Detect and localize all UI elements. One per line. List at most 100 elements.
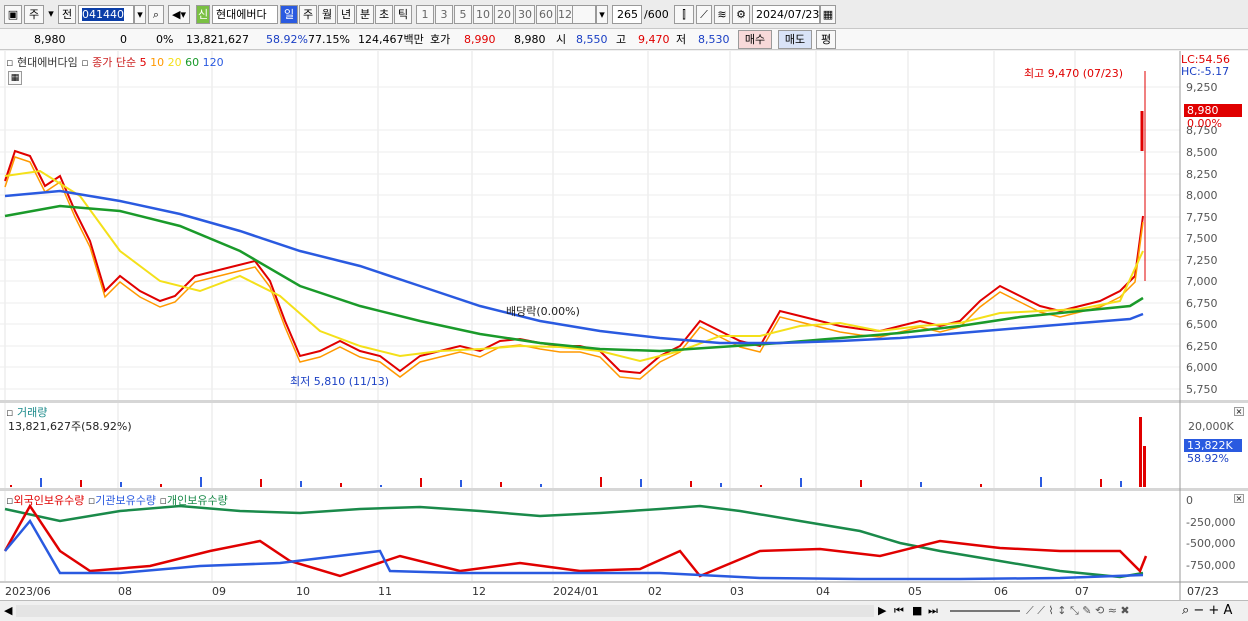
scroll-track[interactable]	[16, 605, 874, 617]
horizontal-scrollbar[interactable]: ◀ ▶ ⏮ ■ ⏭ ⟋ ⟋ ⌇ ↕ ⤡ ✎ ⟲ ≈ ✖ ⌕ − + A	[0, 600, 1248, 621]
date-input[interactable]: 2024/07/23	[752, 5, 820, 24]
chart-canvas[interactable]	[0, 51, 1248, 621]
ask-label: 호가	[430, 33, 451, 46]
ma60-line	[4, 204, 1144, 353]
holding-y-tick: -500,000	[1186, 537, 1236, 550]
volume-bar	[720, 483, 722, 487]
search-icon[interactable]: ⌕	[148, 5, 164, 24]
volume-bar	[1120, 481, 1122, 487]
interval-button[interactable]: 20	[494, 5, 514, 24]
scroll-left-icon[interactable]: ◀	[4, 604, 12, 617]
x-axis-label: 04	[816, 585, 830, 598]
volume-bar	[300, 481, 302, 487]
trend-icon[interactable]: ≋	[714, 5, 730, 24]
volume-y-tick: 20,000K	[1188, 420, 1234, 433]
volume-bar	[40, 478, 42, 487]
x-axis-label: 08	[118, 585, 132, 598]
extra-button[interactable]: 평	[816, 30, 836, 49]
stock-name-label: 현대에버다임	[16, 56, 78, 69]
holding-panel-close-icon[interactable]: ×	[1234, 494, 1244, 503]
stock-code-input[interactable]: 041440	[78, 5, 134, 24]
layout-icon[interactable]: ▣	[4, 5, 22, 24]
interval-button[interactable]: 60	[536, 5, 556, 24]
period-button[interactable]: 일	[280, 5, 298, 24]
forward-icon[interactable]: ⏭	[928, 604, 938, 618]
interval-button[interactable]: 30	[515, 5, 535, 24]
institution-line	[4, 504, 1144, 579]
x-axis-label: 06	[994, 585, 1008, 598]
series-label: 종가 단순	[92, 56, 137, 69]
volume-bar	[120, 482, 122, 487]
grid-toggle-icon[interactable]: ▦	[8, 71, 22, 85]
chart-area[interactable]: ▫ 현대에버다임 ▫ 종가 단순 5 10 20 60 120 ▦ LC:54.…	[0, 51, 1248, 621]
blank-select[interactable]	[572, 5, 596, 24]
volume-bar	[200, 477, 202, 487]
rewind-icon[interactable]: ⏮	[894, 604, 904, 618]
tool-icons[interactable]: ⟋ ⟋ ⌇ ↕ ⤡ ✎ ⟲ ≈ ✖	[1026, 604, 1130, 618]
gear-icon[interactable]: ⚙	[732, 5, 750, 24]
stop-icon[interactable]: ■	[912, 604, 922, 617]
volume-bar	[10, 485, 12, 487]
period-button[interactable]: 틱	[394, 5, 412, 24]
volume-bar	[920, 482, 922, 487]
price-y-tick: 8,500	[1186, 146, 1218, 159]
dropdown-icon[interactable]: ▾	[46, 5, 56, 24]
price-y-tick: 7,000	[1186, 275, 1218, 288]
volume-bar	[420, 478, 422, 487]
price-y-tick: 8,250	[1186, 168, 1218, 181]
interval-button[interactable]: 5	[454, 5, 472, 24]
panel-divider	[0, 400, 1248, 403]
x-axis-label: 05	[908, 585, 922, 598]
credit-badge: 신	[196, 5, 210, 24]
foreign-line	[3, 503, 1148, 578]
x-axis-label: 2024/01	[553, 585, 599, 598]
period-button[interactable]: 년	[337, 5, 355, 24]
sound-icon[interactable]: ◀▾	[168, 5, 190, 24]
interval-button[interactable]: 3	[435, 5, 453, 24]
volume-bar	[380, 485, 382, 487]
prev-button[interactable]: 전	[58, 5, 76, 24]
interval-button[interactable]: 10	[473, 5, 493, 24]
volume-panel-close-icon[interactable]: ×	[1234, 407, 1244, 416]
count-input[interactable]: 265	[612, 5, 642, 24]
period-button[interactable]: 분	[356, 5, 374, 24]
low-label: 저	[676, 33, 687, 46]
turnover-rate: 77.15%	[308, 33, 350, 46]
stock-name-field[interactable]: 현대에버다	[212, 5, 278, 24]
volume-bar	[160, 484, 162, 487]
holding-legend-item: 기관보유수량	[95, 494, 160, 507]
calendar-icon[interactable]: ▦	[820, 5, 836, 24]
volume-ratio: 58.92%	[266, 33, 308, 46]
interval-button[interactable]: 1	[416, 5, 434, 24]
period-button[interactable]: 주	[299, 5, 317, 24]
volume-bar	[690, 481, 692, 487]
holding-y-tick: -250,000	[1186, 516, 1236, 529]
price-y-tick: 7,500	[1186, 232, 1218, 245]
select-dropdown-icon[interactable]: ▾	[596, 5, 608, 24]
period-button[interactable]: 초	[375, 5, 393, 24]
volume-bar	[1139, 417, 1142, 487]
change-value: 0	[120, 33, 127, 46]
zoom-icons[interactable]: ⌕ − + A	[1182, 603, 1232, 618]
change-rate: 0%	[156, 33, 174, 46]
buy-button[interactable]: 매수	[738, 30, 772, 49]
holding-legend-item: 외국인보유수량	[13, 494, 88, 507]
draw-icon[interactable]: ⟋	[696, 5, 712, 24]
volume-bar	[1100, 479, 1102, 487]
high-annotation: 최고 9,470 (07/23)	[1024, 67, 1124, 80]
sell-button[interactable]: 매도	[778, 30, 812, 49]
period-button[interactable]: 월	[318, 5, 336, 24]
x-axis-label: 02	[648, 585, 662, 598]
ma-legend-item: 120	[199, 56, 224, 69]
ask-value: 8,990	[464, 33, 496, 46]
stock-code-text: 041440	[82, 8, 124, 21]
code-dropdown-icon[interactable]: ▾	[134, 5, 146, 24]
menu-button[interactable]: 주	[24, 5, 44, 24]
price-y-tick: 6,500	[1186, 318, 1218, 331]
zoom-slider[interactable]	[950, 610, 1020, 612]
scroll-right-icon[interactable]: ▶	[878, 604, 886, 617]
holding-legend: ▫외국인보유수량 ▫기관보유수량 ▫개인보유수량	[6, 494, 228, 507]
candle-icon[interactable]: ⫿	[674, 5, 694, 24]
price-y-tick: 6,250	[1186, 340, 1218, 353]
volume-bar	[980, 484, 982, 487]
